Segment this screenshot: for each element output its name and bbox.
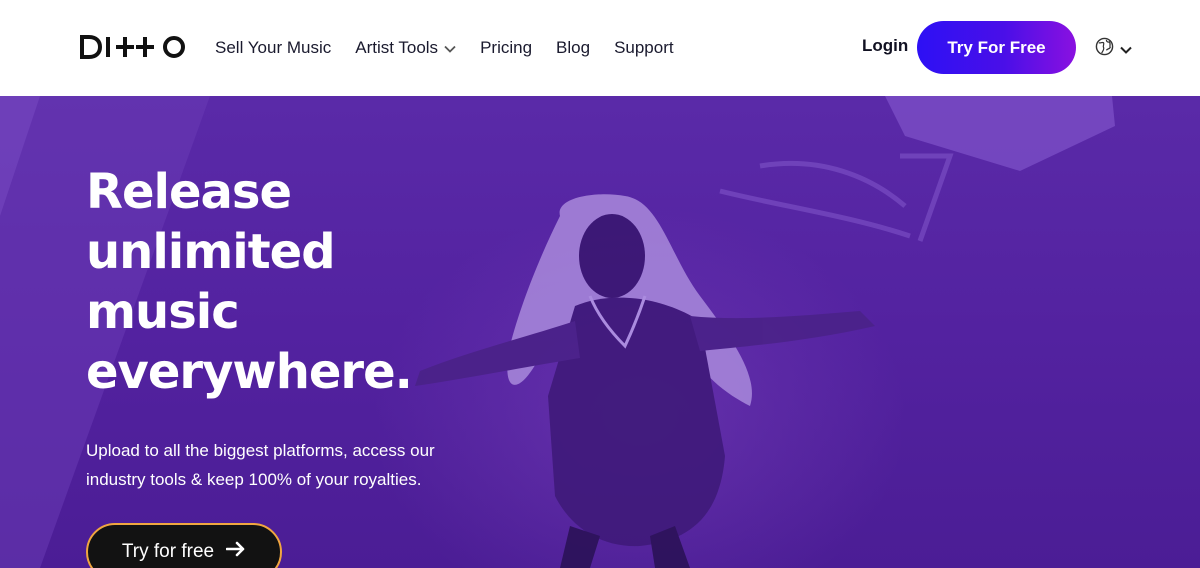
hero-title: Release unlimited music everywhere. (86, 162, 506, 402)
hero-section: Release unlimited music everywhere. Uplo… (0, 96, 1200, 568)
hero-title-line: unlimited (86, 224, 336, 280)
nav-item-label: Pricing (480, 38, 533, 57)
arrow-right-icon (225, 541, 246, 563)
main-nav: Sell Your Music Artist Tools Pricing Blo… (215, 0, 698, 96)
nav-item-label: Support (614, 38, 674, 57)
nav-sell-your-music[interactable]: Sell Your Music (215, 38, 331, 58)
login-link[interactable]: Login (862, 36, 908, 56)
hero-title-line: everywhere. (86, 344, 413, 400)
nav-item-label: Artist Tools (355, 38, 439, 57)
chevron-down-icon (1120, 39, 1132, 58)
nav-support[interactable]: Support (614, 38, 674, 58)
hero-try-for-free-button[interactable]: Try for free (86, 523, 282, 568)
hero-title-line: music (86, 284, 240, 340)
nav-item-label: Sell Your Music (215, 38, 332, 57)
chevron-down-icon (444, 38, 456, 58)
hero-title-line: Release (86, 164, 292, 220)
ditto-logo[interactable] (80, 33, 188, 61)
language-selector[interactable] (1095, 37, 1132, 60)
hero-subtitle: Upload to all the biggest platforms, acc… (86, 436, 506, 494)
hero-subtitle-line: industry tools & keep 100% of your royal… (86, 470, 422, 489)
nav-item-label: Blog (556, 38, 591, 57)
ditto-wordmark-icon (80, 35, 185, 59)
hero-cta-label: Try for free (121, 541, 215, 562)
nav-pricing[interactable]: Pricing (480, 38, 532, 58)
nav-blog[interactable]: Blog (556, 38, 590, 58)
site-header: Sell Your Music Artist Tools Pricing Blo… (0, 0, 1200, 96)
try-for-free-button[interactable]: Try For Free (917, 21, 1076, 74)
hero-subtitle-line: Upload to all the biggest platforms, acc… (86, 441, 435, 460)
globe-icon (1095, 37, 1114, 60)
nav-artist-tools[interactable]: Artist Tools (355, 38, 456, 58)
